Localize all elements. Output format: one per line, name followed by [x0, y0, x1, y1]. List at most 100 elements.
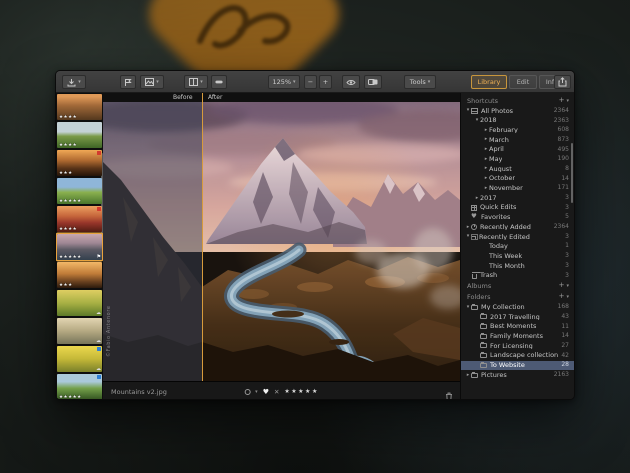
tree-item-count: 608 [555, 127, 569, 133]
library-tree-item[interactable]: ▾20182363 [461, 116, 574, 126]
library-tree-item[interactable]: ▸May190 [461, 154, 574, 164]
zoom-in-button[interactable]: + [319, 75, 332, 89]
preview-eye-button[interactable] [342, 75, 360, 89]
library-tree-item[interactable]: ▸March873 [461, 135, 574, 145]
thumbnail-size-button[interactable]: ▾ [140, 75, 164, 89]
favorite-heart-icon[interactable]: ♥ [263, 389, 269, 396]
filename-label: Mountains v2.jpg [111, 389, 167, 396]
library-tree-item[interactable]: Landscape collection42 [461, 351, 574, 361]
compare-toggle-icon [368, 78, 378, 86]
library-tree-item[interactable]: Trash3 [461, 271, 574, 281]
tree-item-label: May [489, 156, 502, 163]
sync-cloud-icon: ☁ [96, 311, 101, 316]
tree-item-label: February [489, 127, 518, 134]
tree-item-count: 171 [555, 185, 569, 191]
tree-item-count: 2364 [551, 108, 569, 114]
library-tree-item[interactable]: For Licensing27 [461, 341, 574, 351]
library-tree-item[interactable]: Best Moments 11 [461, 322, 574, 332]
toolbar-tab[interactable]: Edit [509, 75, 537, 89]
filmstrip-thumbnail[interactable]: ⚑☁ [57, 290, 102, 316]
library-tree-item[interactable]: ▸October14 [461, 174, 574, 184]
filmstrip-thumbnail[interactable]: ⚑☁ [57, 346, 102, 372]
tree-item-label: Best Moments [490, 323, 536, 330]
library-tree-item[interactable]: ▸April495 [461, 145, 574, 155]
library-tree-item[interactable]: ▸20173 [461, 193, 574, 203]
zoom-level-dropdown[interactable]: 125% ▾ [268, 75, 300, 89]
add-folder-button[interactable]: + [559, 293, 565, 300]
library-tree-item[interactable]: This Month3 [461, 261, 574, 271]
add-album-button[interactable]: + [559, 282, 565, 289]
import-button[interactable]: ▾ [62, 75, 86, 89]
sync-cloud-icon: ☁ [96, 367, 101, 372]
flag-icon: ⚑ [97, 255, 101, 260]
tree-item-count: 11 [558, 324, 569, 330]
sidebar-scrollbar[interactable] [571, 143, 573, 203]
library-tree-item[interactable]: Favorites 5 [461, 213, 574, 223]
filmstrip-thumbnail[interactable]: ★★★★★⚑☁ [57, 234, 102, 260]
tree-item-icon [471, 224, 477, 230]
filmstrip-thumbnail[interactable]: ★★★★⚑☁ [57, 94, 102, 120]
library-tree-item[interactable]: ▸August8 [461, 164, 574, 174]
filmstrip-thumbnail[interactable]: ★★★★★⚑☁ [57, 374, 102, 400]
trash-icon [445, 392, 453, 400]
zoom-out-button[interactable]: − [304, 75, 317, 89]
tree-item-icon [480, 343, 487, 348]
single-view-button[interactable] [211, 75, 227, 89]
filmstrip-thumbnail[interactable]: ★★★⚑☁ [57, 150, 102, 176]
library-tree-item[interactable]: ▸February608 [461, 125, 574, 135]
tree-item-icon [480, 334, 487, 339]
tree-item-label: Favorites [481, 214, 510, 221]
library-tree-item[interactable]: Today1 [461, 242, 574, 252]
chevron-down-icon: ▾ [566, 98, 569, 104]
library-tree-item[interactable]: This Week3 [461, 251, 574, 261]
flag-filter-button[interactable] [120, 75, 136, 89]
zoom-level-value: 125% [272, 79, 291, 86]
tree-item-count: 190 [555, 156, 569, 162]
library-tree-item[interactable]: ▸Recently Added2364 [461, 222, 574, 232]
reject-icon[interactable]: ✕ [274, 389, 279, 396]
share-button[interactable] [554, 75, 571, 89]
add-shortcut-button[interactable]: + [559, 97, 565, 104]
filmstrip-thumbnail[interactable]: ★★★★⚑☁ [57, 122, 102, 148]
library-tree-item[interactable]: ▾Recently Edited3 [461, 232, 574, 242]
color-label-badge [97, 347, 101, 351]
toolbar: ▾ ▾ ▾ 125% ▾ − + [56, 71, 574, 93]
filmstrip-thumbnail[interactable]: ★★★★⚑☁ [57, 206, 102, 232]
thumb-rating-stars: ★★★ [59, 284, 73, 289]
library-tree-item[interactable]: ▸Pictures2163 [461, 370, 574, 380]
trash-button[interactable] [445, 387, 453, 400]
filmstrip-thumbnail[interactable]: ★★★★★⚑☁ [57, 178, 102, 204]
tree-item-label: Trash [480, 272, 497, 279]
tools-dropdown[interactable]: Tools ▾ [404, 75, 436, 89]
chevron-down-icon: ▾ [566, 283, 569, 289]
tree-item-label: Recently Edited [479, 234, 530, 241]
library-tree-item[interactable]: ▾My Collection168 [461, 302, 574, 312]
compare-view-button[interactable]: ▾ [184, 75, 208, 89]
tree-item-icon [472, 274, 477, 279]
tree-item-count: 3 [562, 205, 569, 211]
image-compare-area: Before After [103, 93, 460, 400]
toolbar-tab[interactable]: Library [471, 75, 507, 89]
eye-icon [346, 79, 356, 86]
tree-item-label: All Photos [481, 108, 513, 115]
tree-item-count: 14 [558, 333, 569, 339]
color-label-picker[interactable] [244, 389, 250, 395]
folders-header: Folders + ▾ [461, 291, 574, 302]
before-after-toggle-button[interactable] [364, 75, 382, 89]
library-tree-item[interactable]: 2017 Travelling43 [461, 312, 574, 322]
tree-item-label: To Website [490, 362, 525, 369]
tree-item-count: 3 [562, 253, 569, 259]
library-tree-item[interactable]: Quick Edits3 [461, 203, 574, 213]
chevron-down-icon: ▾ [200, 80, 203, 85]
filmstrip-thumbnail[interactable]: ★★★⚑☁ [57, 262, 102, 288]
library-tree-item[interactable]: ▸November171 [461, 184, 574, 194]
library-tree-item[interactable]: ▾All Photos2364 [461, 106, 574, 116]
compare-divider-handle[interactable] [202, 93, 204, 381]
tree-item-icon [471, 205, 477, 211]
library-tree-item[interactable]: Family Moments14 [461, 331, 574, 341]
filmstrip-thumbnail[interactable]: ⚑☁ [57, 318, 102, 344]
star-rating[interactable]: ★★★★★ [284, 389, 318, 395]
tree-item-count: 5 [562, 214, 569, 220]
tree-item-count: 3 [562, 263, 569, 269]
library-tree-item[interactable]: To Website28 [461, 361, 574, 371]
